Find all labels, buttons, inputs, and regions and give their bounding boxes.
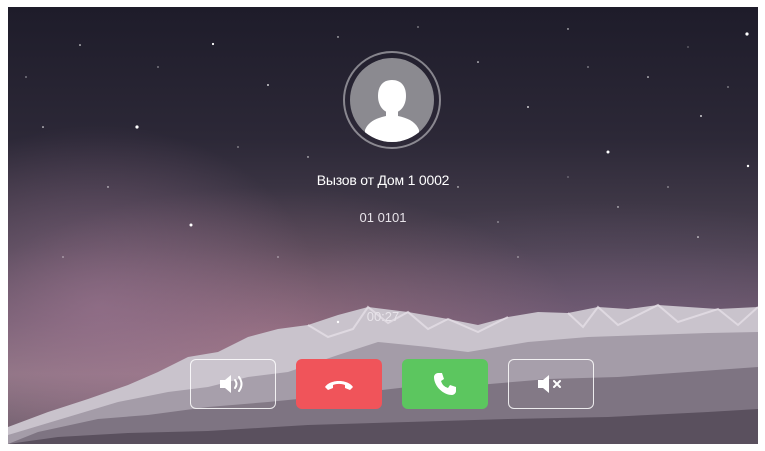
mute-button[interactable] [508,359,594,409]
speaker-icon [220,375,243,393]
speaker-button[interactable] [190,359,276,409]
phone-hangup-icon [325,381,353,390]
hangup-button[interactable] [296,359,382,409]
avatar [350,58,434,142]
intercom-call-screen: Вызов от Дом 1 0002 01 0101 00:27 [8,7,758,444]
caller-label: Вызов от Дом 1 0002 [316,172,450,188]
caller-number: 01 0101 [359,210,407,225]
call-timer: 00:27 [366,309,400,324]
answer-button[interactable] [402,359,488,409]
person-icon [365,80,419,142]
caller-avatar [343,51,441,149]
phone-answer-icon [434,373,456,395]
speaker-mute-icon [538,375,561,393]
